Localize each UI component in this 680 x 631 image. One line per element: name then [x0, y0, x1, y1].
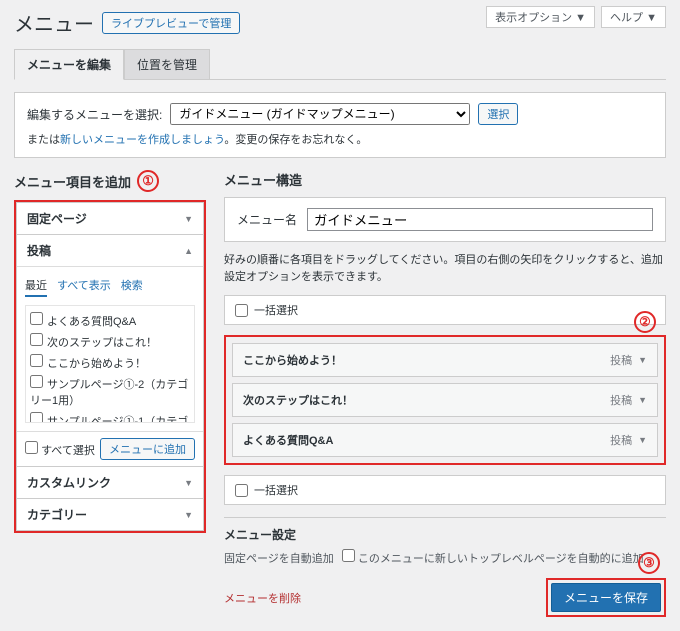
save-menu-button[interactable]: メニューを保存	[551, 583, 661, 612]
menu-settings: メニュー設定 固定ページを自動追加 このメニューに新しいトップレベルページを自動…	[224, 517, 666, 566]
section-pages[interactable]: 固定ページ▼	[17, 203, 203, 234]
menu-name-row: メニュー名	[224, 197, 666, 242]
annotation-3: ③	[638, 552, 660, 574]
menu-structure-box: ② ここから始めよう！投稿▼ 次のステップはこれ！投稿▼ よくある質問Q&A投稿…	[224, 335, 666, 465]
subtab-search[interactable]: 検索	[121, 277, 143, 297]
section-categories[interactable]: カテゴリー▼	[17, 499, 203, 530]
auto-add-checkbox-label[interactable]: このメニューに新しいトップレベルページを自動的に追加	[342, 549, 644, 566]
menu-name-input[interactable]	[307, 208, 653, 231]
chevron-down-icon: ▼	[184, 478, 193, 488]
select-all[interactable]: すべて選択	[25, 441, 95, 458]
annotation-1: ①	[137, 170, 159, 192]
list-item[interactable]: サンプルページ①-2（カテゴリー1用）	[30, 373, 190, 410]
bulk-select-top[interactable]: 一括選択	[224, 295, 666, 325]
select-menu-label: 編集するメニューを選択:	[27, 106, 162, 123]
page-title: メニュー	[14, 8, 94, 37]
chevron-down-icon[interactable]: ▼	[638, 355, 647, 365]
menu-settings-heading: メニュー設定	[224, 526, 666, 543]
chevron-up-icon: ▲	[184, 246, 193, 256]
select-menu-panel: 編集するメニューを選択: ガイドメニュー (ガイドマップメニュー) 選択 または…	[14, 92, 666, 158]
list-item[interactable]: サンプルページ①-1（カテゴリー1用）	[30, 410, 190, 423]
after-text: 。変更の保存をお忘れなく。	[224, 134, 367, 146]
select-button[interactable]: 選択	[478, 103, 518, 125]
structure-heading: メニュー構造	[224, 170, 302, 189]
add-to-menu-button[interactable]: メニューに追加	[100, 438, 195, 460]
create-new-menu-link[interactable]: 新しいメニューを作成しましょう	[60, 134, 224, 146]
menu-select[interactable]: ガイドメニュー (ガイドマップメニュー)	[170, 103, 470, 125]
subtab-recent[interactable]: 最近	[25, 277, 47, 297]
checkbox[interactable]	[30, 375, 43, 388]
help-button[interactable]: ヘルプ ▼	[601, 6, 666, 28]
auto-add-label: 固定ページを自動追加	[224, 550, 334, 566]
checkbox[interactable]	[30, 312, 43, 325]
checkbox[interactable]	[25, 441, 38, 454]
menu-item[interactable]: よくある質問Q&A投稿▼	[232, 423, 658, 457]
chevron-down-icon: ▼	[184, 510, 193, 520]
or-text: または	[27, 134, 60, 146]
nav-tabs: メニューを編集 位置を管理	[14, 49, 666, 80]
subtab-all[interactable]: すべて表示	[57, 277, 111, 297]
live-preview-button[interactable]: ライブプレビューで管理	[102, 12, 240, 34]
menu-name-label: メニュー名	[237, 211, 297, 228]
section-custom-links[interactable]: カスタムリンク▼	[17, 467, 203, 498]
bulk-select-bottom[interactable]: 一括選択	[224, 475, 666, 505]
post-checklist[interactable]: よくある質問Q&A 次のステップはこれ！ ここから始めよう！ サンプルページ①-…	[25, 305, 195, 423]
menu-item[interactable]: ここから始めよう！投稿▼	[232, 343, 658, 377]
save-highlight: ③ メニューを保存	[546, 578, 666, 617]
section-posts[interactable]: 投稿▲	[17, 235, 203, 266]
add-items-heading: メニュー項目を追加	[14, 172, 131, 191]
list-item[interactable]: よくある質問Q&A	[30, 310, 190, 331]
add-items-accordion: 固定ページ▼ 投稿▲ 最近 すべて表示 検索 よくある質問Q&A 次のステップは…	[14, 200, 206, 533]
tab-manage-locations[interactable]: 位置を管理	[124, 49, 210, 79]
list-item[interactable]: 次のステップはこれ！	[30, 331, 190, 352]
chevron-down-icon[interactable]: ▼	[638, 435, 647, 445]
menu-item[interactable]: 次のステップはこれ！投稿▼	[232, 383, 658, 417]
checkbox[interactable]	[235, 484, 248, 497]
checkbox[interactable]	[30, 333, 43, 346]
checkbox[interactable]	[30, 354, 43, 367]
checkbox[interactable]	[30, 412, 43, 423]
list-item[interactable]: ここから始めよう！	[30, 352, 190, 373]
chevron-down-icon: ▼	[184, 214, 193, 224]
delete-menu-link[interactable]: メニューを削除	[224, 590, 301, 606]
checkbox[interactable]	[342, 549, 355, 562]
checkbox[interactable]	[235, 304, 248, 317]
chevron-down-icon[interactable]: ▼	[638, 395, 647, 405]
tab-edit-menus[interactable]: メニューを編集	[14, 49, 124, 80]
post-subtabs: 最近 すべて表示 検索	[25, 277, 195, 297]
structure-description: 好みの順番に各項目をドラッグしてください。項目の右側の矢印をクリックすると、追加…	[224, 252, 666, 285]
annotation-2: ②	[634, 311, 656, 333]
screen-options-button[interactable]: 表示オプション ▼	[486, 6, 595, 28]
